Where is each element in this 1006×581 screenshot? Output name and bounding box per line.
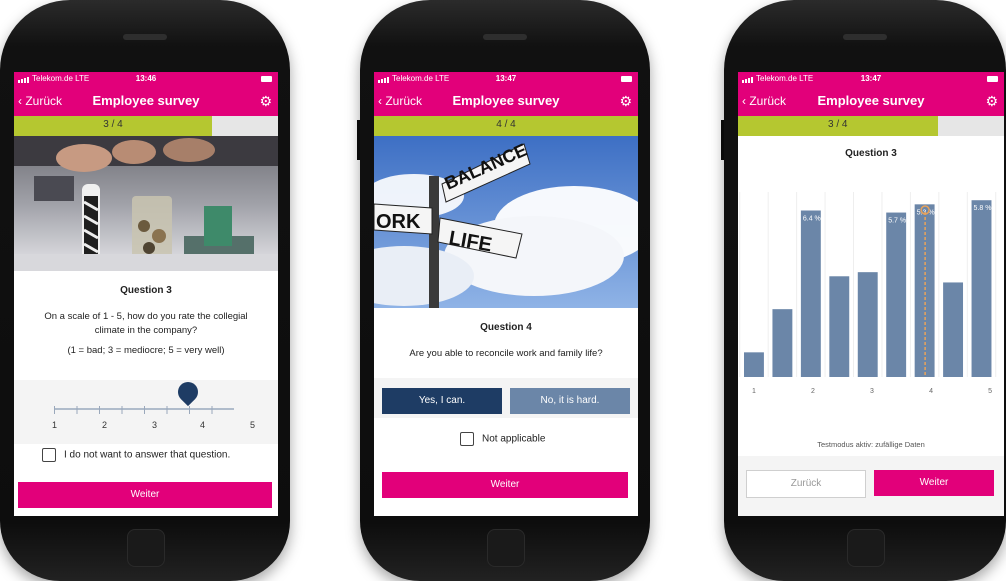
screen-slider-question: Telekom.de LTE 13:46 ‹ Zurück Employee s… — [14, 72, 278, 516]
next-button[interactable]: Weiter — [874, 470, 994, 496]
slider-label: 4 — [200, 420, 206, 430]
scale-hint: (1 = bad; 3 = mediocre; 5 = very well) — [67, 345, 225, 356]
chart-bar — [971, 200, 992, 377]
bar-chart: 6.4 % 5.7 % 5.3 % 5.8 % 1 2 3 4 5 — [738, 182, 1004, 452]
page-title: Employee survey — [92, 93, 200, 108]
chart-title: Question 3 — [845, 148, 897, 159]
not-applicable-checkbox[interactable] — [460, 432, 474, 446]
slider[interactable]: 1 2 3 4 5 — [14, 377, 278, 444]
x-tick-label: 4 — [929, 388, 933, 395]
progress-bar: 3 / 4 — [738, 116, 1004, 136]
not-applicable-label: Not applicable — [482, 433, 546, 445]
footnote: Testmodus aktiv: zufällige Daten — [817, 440, 925, 449]
clock: 13:47 — [495, 74, 517, 83]
home-button[interactable] — [847, 529, 885, 567]
bar-data-label: 6.4 % — [803, 216, 821, 223]
teamwork-photo — [14, 136, 278, 271]
battery-icon — [261, 76, 272, 82]
slider-label: 1 — [52, 420, 58, 430]
gear-icon[interactable]: ⚙ — [619, 93, 632, 110]
phone-2: Telekom.de LTE 13:47 ‹ Zurück Employee s… — [357, 0, 650, 581]
screen-results-chart: Telekom.de LTE 13:47 ‹ Zurück Employee s… — [738, 72, 1004, 516]
bar-data-label: 5.8 % — [974, 205, 992, 212]
app-header: ‹ Zurück Employee survey ⚙ — [14, 86, 278, 116]
question-text: Are you able to reconcile work and famil… — [409, 348, 603, 359]
clock: 13:46 — [135, 74, 157, 83]
chart-bar — [943, 282, 964, 377]
opt-out-checkbox[interactable] — [42, 448, 56, 462]
status-bar: Telekom.de LTE 13:47 — [374, 72, 638, 86]
bar-data-label: 5.7 % — [888, 218, 906, 225]
x-tick-label: 3 — [870, 388, 874, 395]
chart-bar — [857, 272, 878, 377]
speaker — [483, 34, 527, 40]
chart-bar — [886, 212, 907, 377]
home-button[interactable] — [487, 529, 525, 567]
progress-text: 3 / 4 — [828, 119, 848, 130]
app-header: ‹ Zurück Employee survey ⚙ — [738, 86, 1004, 116]
slider-ticks — [54, 406, 234, 414]
chart-bar — [914, 204, 935, 377]
screen-choice-question: Telekom.de LTE 13:47 ‹ Zurück Employee s… — [374, 72, 638, 516]
chart-bar — [829, 276, 850, 377]
page-title: Employee survey — [817, 93, 925, 108]
chart-bar — [800, 210, 821, 377]
chart-bar — [744, 352, 764, 377]
battery-icon — [987, 76, 998, 82]
question-title: Question 4 — [480, 322, 532, 333]
status-bar: Telekom.de LTE 13:46 — [14, 72, 278, 86]
teamwork-photo-image — [14, 136, 278, 271]
next-button[interactable]: Weiter — [18, 482, 272, 508]
progress-bar: 3 / 4 — [14, 116, 278, 136]
page-title: Employee survey — [452, 93, 560, 108]
chart-bar — [772, 309, 793, 377]
gear-icon[interactable]: ⚙ — [985, 93, 998, 110]
slider-label: 5 — [250, 420, 256, 430]
x-tick-label: 2 — [811, 388, 815, 395]
yes-button[interactable]: Yes, I can. — [382, 388, 502, 414]
not-applicable-row[interactable]: Not applicable — [460, 432, 545, 446]
balance-sign-image: BALANCE ORK LIFE — [374, 136, 638, 308]
gear-icon[interactable]: ⚙ — [259, 93, 272, 110]
status-bar: Telekom.de LTE 13:47 — [738, 72, 1004, 86]
clock: 13:47 — [860, 74, 882, 83]
slider-label: 3 — [152, 420, 158, 430]
slider-handle[interactable] — [173, 377, 203, 407]
opt-out-row[interactable]: I do not want to answer that question. — [42, 448, 230, 462]
phone-3: Telekom.de LTE 13:47 ‹ Zurück Employee s… — [721, 0, 1006, 581]
home-button[interactable] — [127, 529, 165, 567]
next-button[interactable]: Weiter — [382, 472, 628, 498]
phone-1: Telekom.de LTE 13:46 ‹ Zurück Employee s… — [0, 0, 290, 581]
question-title: Question 3 — [120, 285, 172, 296]
sign-work: ORK — [376, 211, 421, 233]
battery-icon — [621, 76, 632, 82]
x-tick-label: 1 — [752, 388, 756, 395]
speaker — [843, 34, 887, 40]
balance-sign-photo: BALANCE ORK LIFE — [374, 136, 638, 308]
no-button[interactable]: No, it is hard. — [510, 388, 630, 414]
app-header: ‹ Zurück Employee survey ⚙ — [374, 86, 638, 116]
progress-bar: 4 / 4 — [374, 116, 638, 136]
opt-out-label: I do not want to answer that question. — [64, 449, 231, 461]
progress-text: 3 / 4 — [103, 119, 123, 130]
slider-label: 2 — [102, 420, 108, 430]
question-text: On a scale of 1 - 5, how do you rate the… — [44, 311, 248, 336]
progress-text: 4 / 4 — [496, 119, 516, 130]
speaker — [123, 34, 167, 40]
back-nav-button[interactable]: Zurück — [746, 470, 866, 498]
bar-chart-svg: 6.4 % 5.7 %5.3 %5.8 %1 2 3 4 5 — [739, 192, 997, 395]
x-tick-label: 5 — [988, 388, 992, 395]
